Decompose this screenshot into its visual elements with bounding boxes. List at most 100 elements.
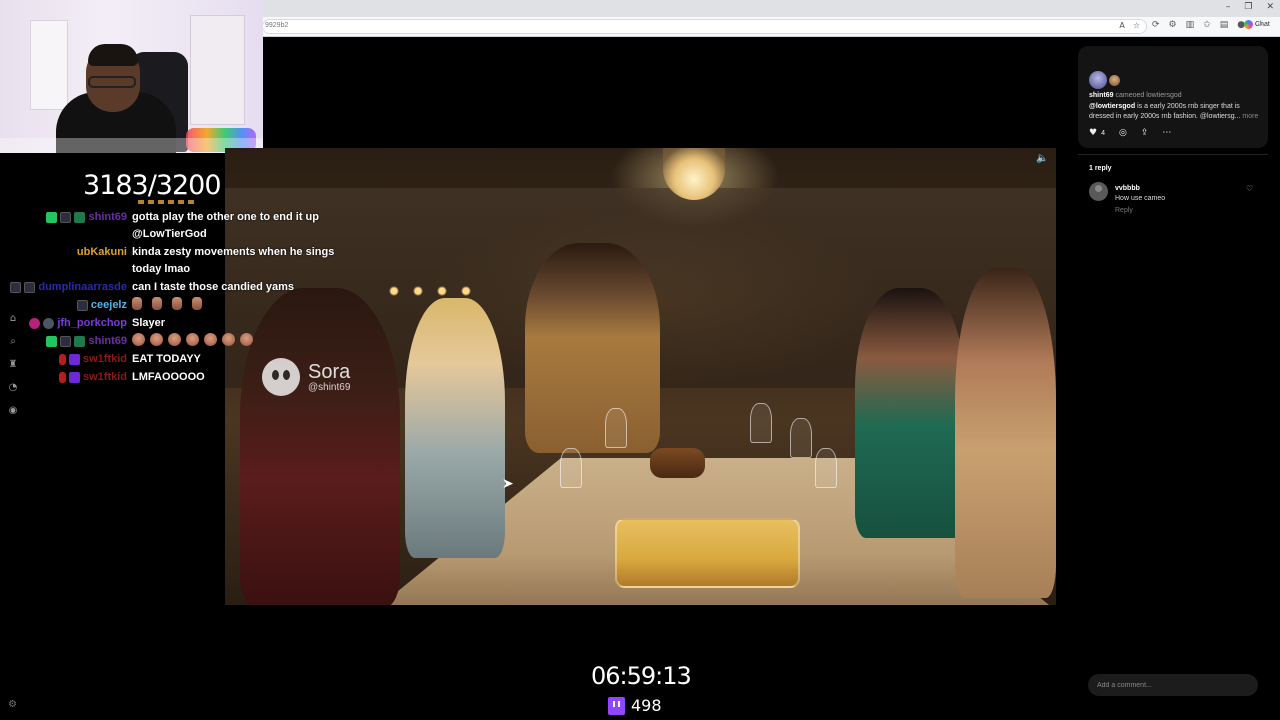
green-badge-icon bbox=[46, 336, 58, 347]
chat-username[interactable]: shint69 bbox=[88, 333, 127, 350]
post-author-line: shint69 cameoed lowtiersgod bbox=[1089, 92, 1182, 99]
chat-emote-icon bbox=[222, 333, 235, 346]
comment-text: How use cameo bbox=[1115, 195, 1166, 202]
sub-goal-counter: 3183/3200 bbox=[83, 170, 222, 201]
copilot-label: Chat bbox=[1255, 21, 1270, 28]
gift-badge-icon bbox=[74, 336, 86, 347]
chat-user-cell: shint69 bbox=[0, 333, 132, 350]
chat-username[interactable]: ceejelz bbox=[91, 297, 127, 314]
chat-message: ceejelz bbox=[0, 297, 360, 314]
pink-badge-icon bbox=[29, 318, 41, 329]
commenter-name[interactable]: vvbbbb bbox=[1115, 185, 1140, 192]
reply-link[interactable]: Reply bbox=[1115, 207, 1133, 214]
webcam-feed bbox=[0, 0, 263, 153]
chat-username[interactable]: sw1ftkid bbox=[83, 369, 127, 386]
chat-text: gotta play the other one to end it up @Lo… bbox=[132, 209, 352, 243]
chat-line: today lmao bbox=[132, 263, 191, 275]
chat-emote-icon bbox=[186, 333, 199, 346]
chat-username[interactable]: sw1ftkid bbox=[83, 351, 127, 368]
sub-goal-bar bbox=[138, 200, 198, 204]
mouse-cursor-icon: ➤ bbox=[502, 476, 514, 492]
chat-line: @LowTierGod bbox=[132, 228, 207, 240]
mute-icon[interactable]: 🔈 bbox=[1036, 153, 1048, 164]
purple-badge-icon bbox=[68, 372, 80, 383]
chat-user-cell: shint69 bbox=[0, 209, 132, 226]
chat-user-cell: ubKakuni bbox=[0, 244, 132, 261]
chat-username[interactable]: dumplinaarrasde bbox=[38, 279, 127, 296]
chat-username[interactable]: shint69 bbox=[88, 209, 127, 226]
chat-user-cell: ceejelz bbox=[0, 297, 132, 314]
dark-badge-icon bbox=[24, 282, 36, 293]
chat-emote-icon bbox=[150, 333, 163, 346]
read-aloud-icon[interactable]: A bbox=[1119, 21, 1124, 30]
close-icon[interactable]: ✕ bbox=[1266, 2, 1274, 12]
profile-avatar-icon[interactable]: ◉ bbox=[6, 404, 20, 418]
chat-message: sw1ftkid EAT TODAYY bbox=[0, 351, 360, 368]
comment-like-heart-icon[interactable]: ♡ bbox=[1246, 184, 1253, 193]
chat-line: EAT TODAYY bbox=[132, 353, 201, 365]
chat-user-cell: sw1ftkid bbox=[0, 369, 132, 386]
post-action: cameoed lowtiersgod bbox=[1115, 92, 1182, 99]
chat-message: shint69 bbox=[0, 333, 360, 350]
address-bar-icons: A ☆ bbox=[1119, 21, 1140, 30]
dark-badge-icon bbox=[76, 300, 88, 311]
remix-icon[interactable]: ◎ bbox=[1119, 128, 1127, 138]
share-icon[interactable]: ⇪ bbox=[1141, 128, 1149, 138]
red-badge-icon bbox=[58, 354, 66, 365]
chat-line: can I taste those candied yams bbox=[132, 281, 295, 293]
chat-username[interactable]: jfh_porkchop bbox=[57, 315, 127, 332]
replies-count: 1 reply bbox=[1089, 165, 1112, 172]
favorite-star-icon[interactable]: ☆ bbox=[1133, 21, 1140, 30]
settings-icon[interactable]: ⚙ bbox=[8, 699, 17, 710]
chat-emote-icon bbox=[152, 297, 162, 310]
favorites-icon[interactable]: ✩ bbox=[1203, 20, 1211, 30]
chat-username[interactable]: ubKakuni bbox=[77, 244, 127, 261]
chat-text: Slayer bbox=[132, 315, 352, 332]
post-author[interactable]: shint69 bbox=[1089, 92, 1114, 99]
minimize-icon[interactable]: – bbox=[1226, 2, 1231, 12]
chat-user-cell: dumplinaarrasde bbox=[0, 279, 132, 296]
chat-emote-icon bbox=[204, 333, 217, 346]
add-comment-input[interactable] bbox=[1088, 674, 1258, 696]
dark-badge-icon bbox=[60, 336, 72, 347]
extensions-icon[interactable]: ⚙ bbox=[1169, 20, 1177, 30]
like-count: 4 bbox=[1101, 129, 1105, 137]
post-card: shint69 cameoed lowtiersgod @lowtiersgod… bbox=[1078, 46, 1268, 148]
chat-text: EAT TODAYY bbox=[132, 351, 352, 368]
viewer-count: 498 bbox=[631, 696, 662, 715]
chat-emote-icon bbox=[132, 333, 145, 346]
copilot-chat-button[interactable]: Chat bbox=[1244, 20, 1270, 29]
viewer-counter: 498 bbox=[608, 696, 662, 715]
heart-icon: ♥ bbox=[1089, 128, 1098, 138]
screen: – ❐ ✕ 9929b2 A ☆ ⟳ ⚙ ▥ ✩ ▤ ● ⋯ Chat ⌂ ⌕ … bbox=[0, 0, 1280, 720]
cameo-avatar[interactable] bbox=[1109, 75, 1120, 86]
stream-chat: shint69 gotta play the other one to end i… bbox=[0, 209, 360, 387]
post-caption: @lowtiersgod is a early 2000s rnb singer… bbox=[1089, 102, 1261, 122]
refresh-icon[interactable]: ⟳ bbox=[1152, 20, 1160, 30]
restore-icon[interactable]: ❐ bbox=[1244, 2, 1252, 12]
chat-text bbox=[132, 297, 352, 314]
chat-message: shint69 gotta play the other one to end i… bbox=[0, 209, 360, 243]
copilot-icon bbox=[1244, 20, 1253, 29]
collections-icon[interactable]: ▤ bbox=[1220, 20, 1229, 30]
chat-line: LMFAOOOOO bbox=[132, 371, 205, 383]
chat-line: gotta play the other one to end it up bbox=[132, 211, 319, 223]
more-link[interactable]: more bbox=[1242, 113, 1258, 120]
dark-badge-icon bbox=[10, 282, 22, 293]
chat-message: jfh_porkchop Slayer bbox=[0, 315, 360, 332]
post-mention[interactable]: @lowtiersgod bbox=[1089, 103, 1135, 110]
split-screen-icon[interactable]: ▥ bbox=[1186, 20, 1195, 30]
author-avatar[interactable] bbox=[1089, 71, 1107, 89]
chat-text bbox=[132, 333, 352, 350]
post-actions: ♥ 4 ◎ ⇪ ⋯ bbox=[1089, 128, 1171, 138]
like-button[interactable]: ♥ 4 bbox=[1089, 128, 1105, 138]
twitch-icon bbox=[608, 696, 625, 715]
chat-line: Slayer bbox=[132, 317, 166, 329]
commenter-avatar[interactable] bbox=[1089, 182, 1108, 201]
address-bar[interactable]: 9929b2 A ☆ bbox=[262, 19, 1147, 34]
more-options-icon[interactable]: ⋯ bbox=[1162, 128, 1171, 138]
divider bbox=[1078, 154, 1268, 155]
post-avatars[interactable] bbox=[1089, 71, 1120, 89]
chat-emote-icon bbox=[192, 297, 202, 310]
chat-text: kinda zesty movements when he sings today… bbox=[132, 244, 352, 278]
